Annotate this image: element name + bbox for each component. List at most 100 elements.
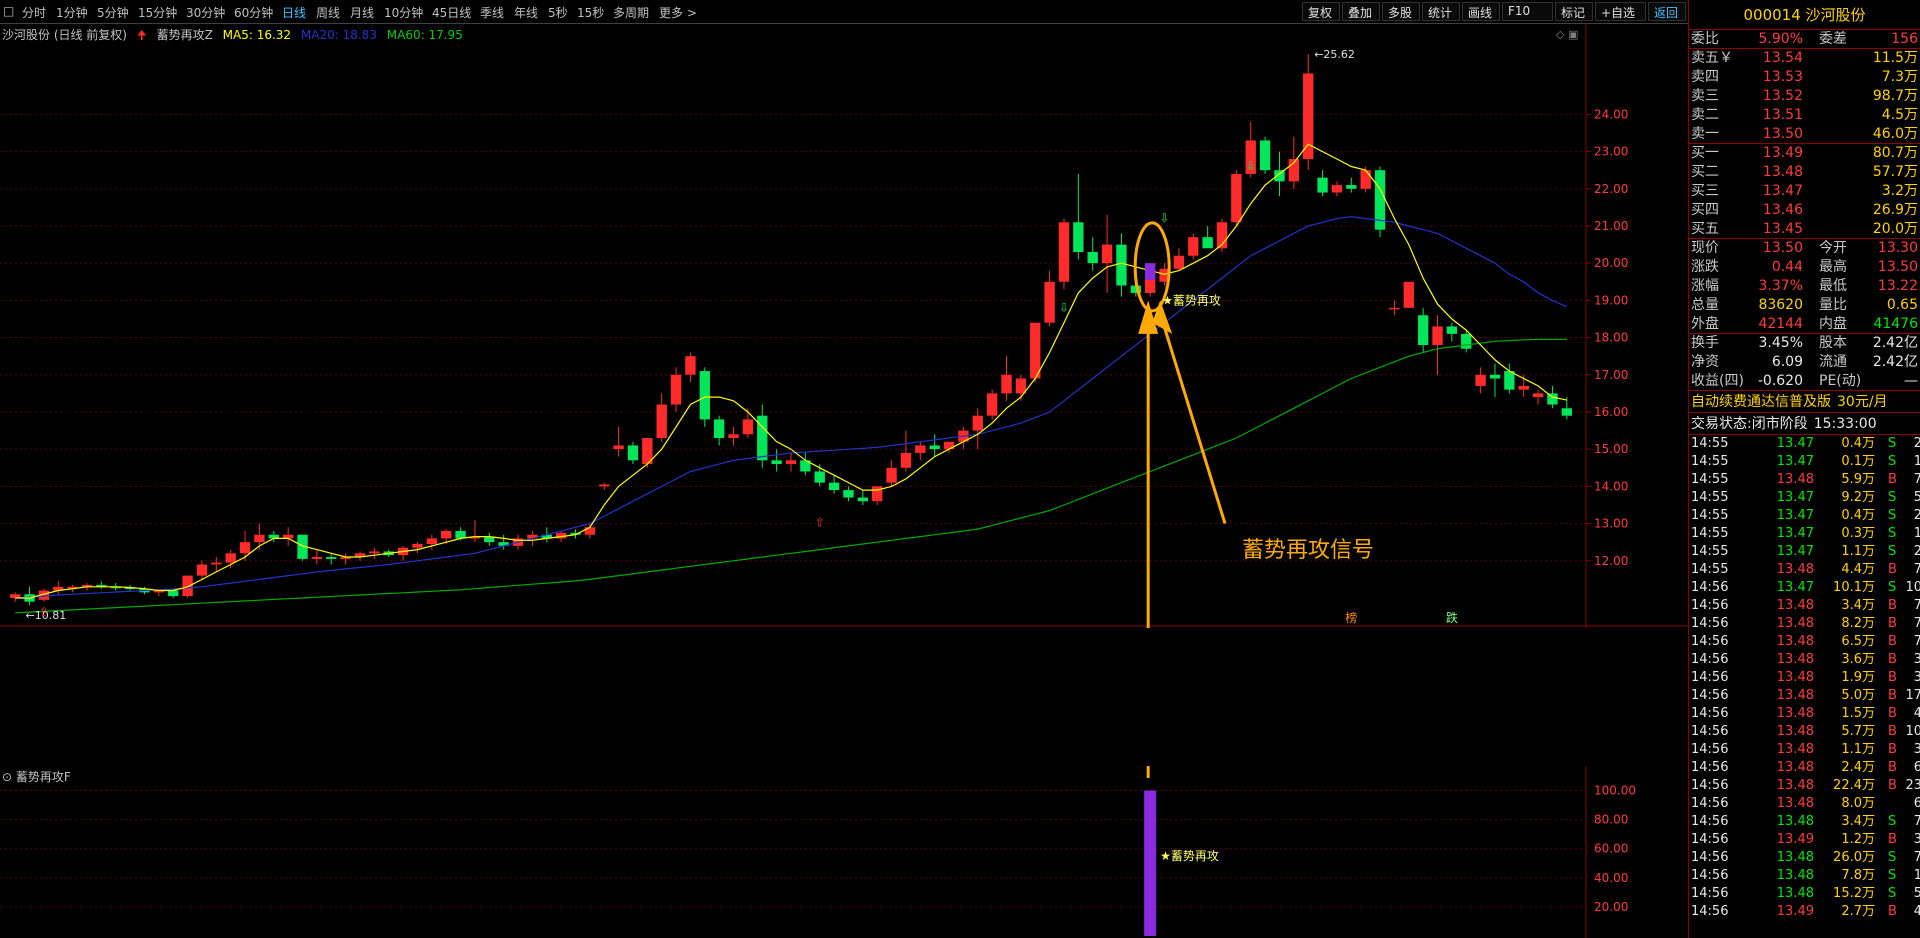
tick-count: 6 xyxy=(1902,759,1920,777)
period-tab-1[interactable]: 1分钟 xyxy=(56,4,88,21)
period-tab-8[interactable]: 月线 xyxy=(350,4,374,21)
candle-body xyxy=(857,497,869,502)
candle-body xyxy=(1001,374,1012,394)
indicator-name[interactable]: 蓄势再攻Z xyxy=(157,28,213,42)
promo-banner[interactable]: 自动续费通达信普及版 30元/月 xyxy=(1689,391,1920,413)
tick-side: S xyxy=(1888,814,1897,829)
tick-price: 13.47 xyxy=(1776,580,1814,595)
bid-volume: 26.9万 xyxy=(1872,202,1918,218)
candle-body xyxy=(1044,281,1055,323)
tick-side: S xyxy=(1888,490,1897,505)
toolbar-button-0[interactable]: 复权 xyxy=(1302,2,1340,21)
period-tab-13[interactable]: 5秒 xyxy=(548,4,568,21)
down-arrow-icon: ⇩ xyxy=(1246,159,1256,173)
stock-title[interactable]: 000014 沙河股份 xyxy=(1689,0,1920,30)
tick-count: 1 xyxy=(1902,453,1920,471)
candle-body xyxy=(1188,237,1199,256)
fund-label: 流通 xyxy=(1819,354,1847,370)
candle-body xyxy=(1532,393,1544,398)
candle-body xyxy=(728,434,739,439)
period-tab-10[interactable]: 45日线 xyxy=(432,4,471,21)
quote-label: 涨幅 xyxy=(1691,278,1719,294)
candle-body xyxy=(986,393,998,416)
kline-chart[interactable]: 24.00 23.00 22.00 21.00 20.00 19.00 18.00 17.00… xyxy=(0,24,1688,628)
candle-body xyxy=(1015,378,1027,394)
bid-label: 买二 xyxy=(1691,164,1719,180)
tick-row: 14:56 13.48 3.4万 S7 xyxy=(1689,813,1920,831)
toolbar-button-3[interactable]: 统计 xyxy=(1422,2,1460,21)
period-tab-14[interactable]: 15秒 xyxy=(577,4,604,21)
tick-volume: 2.4万 xyxy=(1841,760,1875,775)
toolbar-button-8[interactable]: 返回 xyxy=(1648,2,1686,21)
tick-price: 13.47 xyxy=(1776,436,1814,451)
period-tab-6[interactable]: 日线 xyxy=(282,4,306,21)
sub-chart-legend: ⊙ 蓄势再攻F xyxy=(2,768,71,785)
tick-count: 7 xyxy=(1902,471,1920,489)
quote-value: 41476 xyxy=(1873,316,1918,332)
tick-side: B xyxy=(1888,670,1897,685)
candle-body xyxy=(455,531,466,539)
tick-time: 14:56 xyxy=(1691,598,1729,613)
fund-value: 3.45% xyxy=(1758,335,1803,351)
period-tab-9[interactable]: 10分钟 xyxy=(384,4,423,21)
tick-count: 7 xyxy=(1902,615,1920,633)
period-tab-3[interactable]: 15分钟 xyxy=(138,4,177,21)
toolbar-button-1[interactable]: 叠加 xyxy=(1342,2,1380,21)
toolbar-button-5[interactable]: F10 xyxy=(1502,2,1553,21)
promo-text[interactable]: 自动续费通达信普及版 xyxy=(1691,394,1831,410)
sub-tick-label: 40.00 xyxy=(1594,871,1628,885)
candle-body xyxy=(1087,252,1098,264)
tick-price: 13.48 xyxy=(1776,670,1814,685)
period-tab-15[interactable]: 多周期 xyxy=(613,4,649,21)
promo-price[interactable]: 30元/月 xyxy=(1837,394,1888,410)
tick-row: 14:56 13.48 1.9万 B3 xyxy=(1689,669,1920,687)
tick-time: 14:56 xyxy=(1691,706,1729,721)
tick-time: 14:55 xyxy=(1691,454,1729,469)
bid-price: 13.45 xyxy=(1762,221,1803,237)
quote-value: 42144 xyxy=(1758,316,1803,332)
weicha-value: 156 xyxy=(1891,31,1918,47)
period-tab-16[interactable]: 更多 > xyxy=(659,4,697,21)
tick-price: 13.48 xyxy=(1776,616,1814,631)
tick-price: 13.47 xyxy=(1776,526,1814,541)
fund-row: 净资 6.09 流通 2.42亿 xyxy=(1689,353,1920,372)
toolbar-button-6[interactable]: 标记 xyxy=(1555,2,1593,21)
tick-price: 13.48 xyxy=(1776,472,1814,487)
ask-volume: 11.5万 xyxy=(1872,50,1918,66)
period-tab-5[interactable]: 60分钟 xyxy=(234,4,273,21)
period-tab-0[interactable]: 分时 xyxy=(22,4,46,21)
quote-label: 涨跌 xyxy=(1691,259,1719,275)
period-tab-12[interactable]: 年线 xyxy=(514,4,538,21)
toolbar-button-4[interactable]: 画线 xyxy=(1462,2,1500,21)
period-tab-7[interactable]: 周线 xyxy=(316,4,340,21)
candle-body xyxy=(613,445,624,450)
tick-volume: 4.4万 xyxy=(1841,562,1875,577)
sub-indicator-name[interactable]: 蓄势再攻F xyxy=(16,770,71,784)
ask-row: 卖二 13.51 4.5万 xyxy=(1689,106,1920,125)
candle-body xyxy=(785,460,797,465)
candle-body xyxy=(627,445,639,461)
period-tab-4[interactable]: 30分钟 xyxy=(186,4,225,21)
menu-icon[interactable]: □ xyxy=(3,4,14,18)
ask-volume: 7.3万 xyxy=(1881,69,1918,85)
candle-body xyxy=(1073,222,1084,253)
tick-volume: 7.8万 xyxy=(1841,868,1875,883)
period-tab-11[interactable]: 季线 xyxy=(480,4,504,21)
tick-row: 14:55 13.48 5.9万 B7 xyxy=(1689,471,1920,489)
tick-side: B xyxy=(1888,706,1897,721)
ma60-line xyxy=(15,338,1567,614)
tick-side: B xyxy=(1888,832,1897,847)
indicator-toggle-icon[interactable]: ⊙ xyxy=(2,770,16,784)
toolbar-button-2[interactable]: 多股 xyxy=(1382,2,1420,21)
ask-label: 卖五￥ xyxy=(1691,50,1733,66)
indicator-chart[interactable]: 100.00 80.00 60.00 40.00 20.00 ★蓄势再攻 xyxy=(0,766,1688,938)
toolbar-button-7[interactable]: +自选 xyxy=(1595,2,1646,21)
sub-tick-label: 80.00 xyxy=(1594,813,1628,827)
quote-label: 今开 xyxy=(1819,240,1847,256)
ask-price: 13.52 xyxy=(1762,88,1803,104)
candle-body xyxy=(426,538,437,545)
tick-time: 14:56 xyxy=(1691,814,1729,829)
tick-time: 14:56 xyxy=(1691,634,1729,649)
period-tab-2[interactable]: 5分钟 xyxy=(97,4,129,21)
tick-price: 13.48 xyxy=(1776,886,1814,901)
